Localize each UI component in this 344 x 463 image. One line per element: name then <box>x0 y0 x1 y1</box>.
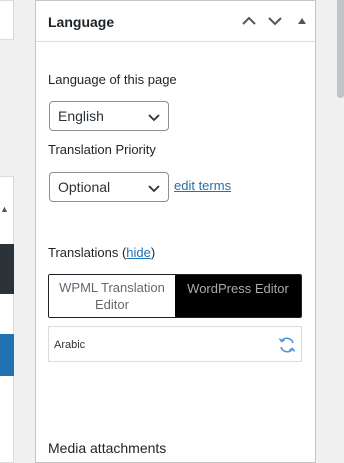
language-select[interactable]: English <box>49 101 169 131</box>
editor-toggle: WPML Translation Editor WordPress Editor <box>48 274 302 318</box>
chevron-down-icon[interactable] <box>265 11 285 31</box>
left-column-box <box>0 0 14 40</box>
chevron-up-icon[interactable] <box>239 11 259 31</box>
translations-label: Translations (hide) <box>48 245 155 260</box>
priority-select[interactable]: Optional <box>49 172 169 202</box>
language-select-value: English <box>58 108 104 124</box>
wpml-translation-editor-option[interactable]: WPML Translation Editor <box>49 275 175 317</box>
triangle-up-icon[interactable] <box>292 11 312 31</box>
scrollbar-thumb[interactable] <box>337 0 344 98</box>
translations-hide-link[interactable]: hide <box>126 245 151 260</box>
chevron-down-icon <box>148 185 160 193</box>
priority-select-value: Optional <box>58 179 111 195</box>
language-of-page-label: Language of this page <box>48 72 177 87</box>
left-primary-block[interactable] <box>0 334 14 376</box>
left-side-panel <box>0 176 14 463</box>
translation-language-name: Arabic <box>54 339 86 351</box>
media-attachments-title: Media attachments <box>48 440 167 456</box>
language-metabox: Language Language of this page English T… <box>35 0 316 463</box>
left-dark-block <box>0 244 14 294</box>
translation-language-row: Arabic <box>48 326 302 362</box>
metabox-title: Language <box>48 14 115 30</box>
chevron-down-icon <box>148 114 160 122</box>
metabox-header: Language <box>36 1 315 42</box>
refresh-icon[interactable] <box>277 335 297 355</box>
translation-priority-label: Translation Priority <box>48 142 156 157</box>
edit-terms-link[interactable]: edit terms <box>174 178 231 193</box>
translations-label-close: ) <box>150 245 156 260</box>
left-panel-toggle-icon[interactable]: ▲ <box>0 205 9 214</box>
translations-label-text: Translations ( <box>48 245 127 260</box>
wordpress-editor-option[interactable]: WordPress Editor <box>175 275 301 317</box>
